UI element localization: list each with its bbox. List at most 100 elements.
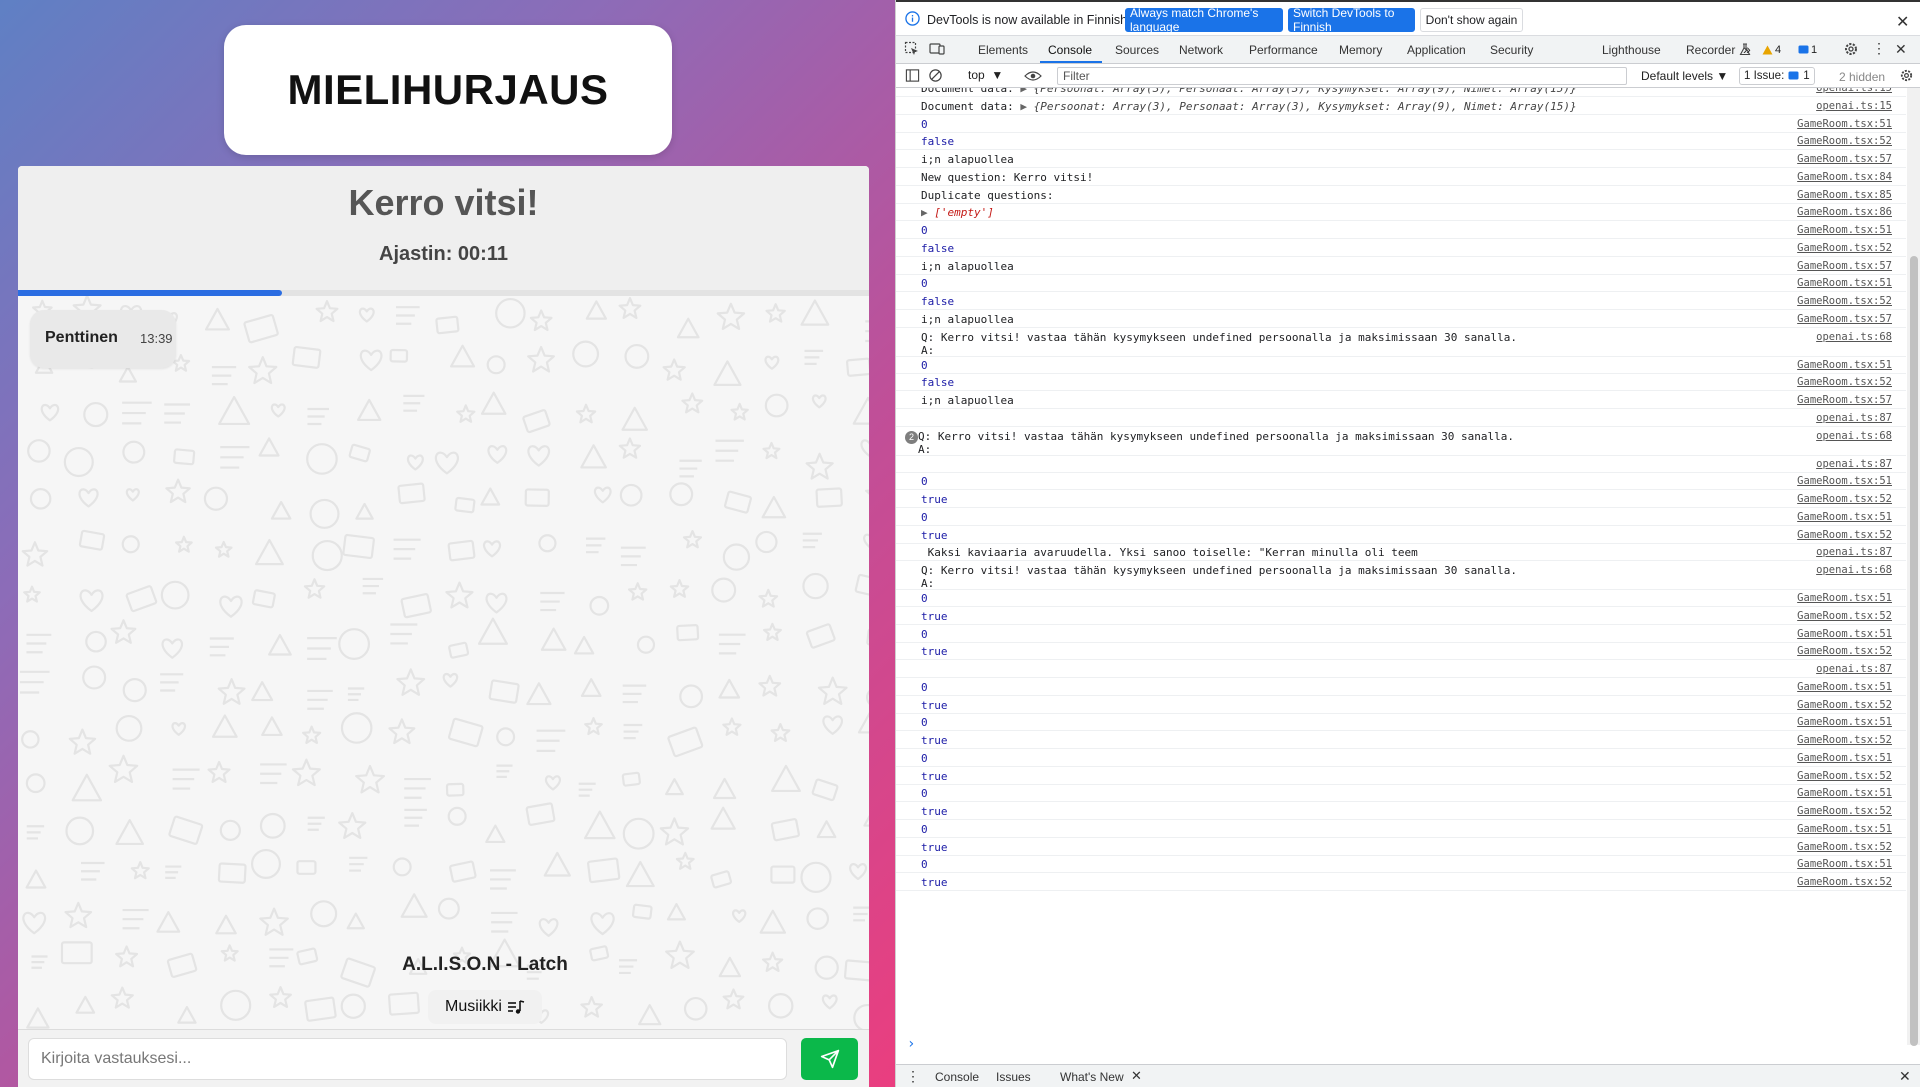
background-doodle xyxy=(68,728,97,755)
always-match-language-button[interactable]: Always match Chrome's language xyxy=(1125,6,1283,34)
console-source-link[interactable]: GameRoom.tsx:52 xyxy=(1797,295,1892,307)
log-levels-dropdown[interactable]: Default levels ▼ xyxy=(1641,69,1728,83)
console-source-link[interactable]: openai.ts:87 xyxy=(1816,663,1892,675)
console-source-link[interactable]: GameRoom.tsx:52 xyxy=(1797,242,1892,254)
console-source-link[interactable]: GameRoom.tsx:51 xyxy=(1797,359,1892,371)
background-doodle xyxy=(593,486,612,504)
console-source-link[interactable]: GameRoom.tsx:57 xyxy=(1797,260,1892,272)
console-source-link[interactable]: GameRoom.tsx:51 xyxy=(1797,858,1892,870)
console-source-link[interactable]: openai.ts:87 xyxy=(1816,546,1892,558)
console-source-link[interactable]: GameRoom.tsx:57 xyxy=(1797,394,1892,406)
console-source-link[interactable]: GameRoom.tsx:51 xyxy=(1797,224,1892,236)
expand-caret-icon[interactable]: ▶ xyxy=(1020,88,1033,95)
settings-gear-icon[interactable] xyxy=(1843,41,1859,57)
switch-to-finnish-button[interactable]: Switch DevTools to Finnish xyxy=(1288,6,1415,34)
device-toolbar-icon[interactable] xyxy=(929,41,945,57)
console-source-link[interactable]: GameRoom.tsx:51 xyxy=(1797,681,1892,693)
live-expression-eye-icon[interactable] xyxy=(1024,69,1042,83)
send-button[interactable] xyxy=(801,1038,858,1080)
console-source-link[interactable]: GameRoom.tsx:51 xyxy=(1797,511,1892,523)
console-source-link[interactable]: GameRoom.tsx:85 xyxy=(1797,189,1892,201)
console-source-link[interactable]: GameRoom.tsx:51 xyxy=(1797,823,1892,835)
answer-input[interactable] xyxy=(28,1038,787,1080)
background-doodle xyxy=(310,900,338,928)
console-source-link[interactable]: GameRoom.tsx:51 xyxy=(1797,628,1892,640)
console-source-link[interactable]: openai.ts:68 xyxy=(1816,564,1892,576)
console-source-link[interactable]: GameRoom.tsx:52 xyxy=(1797,529,1892,541)
console-source-link[interactable]: GameRoom.tsx:52 xyxy=(1797,493,1892,505)
more-tabs-icon[interactable]: » xyxy=(1743,41,1751,57)
console-source-link[interactable]: GameRoom.tsx:52 xyxy=(1797,805,1892,817)
tab-recorder[interactable]: Recorder xyxy=(1686,43,1735,57)
console-source-link[interactable]: GameRoom.tsx:51 xyxy=(1797,592,1892,604)
console-source-link[interactable]: GameRoom.tsx:52 xyxy=(1797,699,1892,711)
background-doodle xyxy=(456,404,476,423)
console-scrollbar-thumb[interactable] xyxy=(1910,256,1918,1046)
close-drawer-icon[interactable]: ✕ xyxy=(1899,1068,1911,1085)
close-devtools-icon[interactable]: ✕ xyxy=(1895,41,1907,58)
context-selector[interactable]: top ▼ xyxy=(968,68,1003,82)
warnings-badge[interactable]: 4 xyxy=(1759,42,1784,57)
console-source-link[interactable]: GameRoom.tsx:57 xyxy=(1797,153,1892,165)
console-source-link[interactable]: GameRoom.tsx:52 xyxy=(1797,841,1892,853)
chat-area[interactable]: Penttinen 13:39 A.L.I.S.O.N - Latch Musi… xyxy=(18,296,869,1029)
messages-badge[interactable]: 1 xyxy=(1795,42,1820,57)
question-text: Kerro vitsi! xyxy=(348,182,539,223)
console-source-link[interactable]: openai.ts:15 xyxy=(1816,100,1892,112)
console-source-link[interactable]: GameRoom.tsx:51 xyxy=(1797,787,1892,799)
console-source-link[interactable]: GameRoom.tsx:51 xyxy=(1797,716,1892,728)
drawer-tab-issues[interactable]: Issues xyxy=(996,1070,1031,1084)
console-source-link[interactable]: GameRoom.tsx:52 xyxy=(1797,876,1892,888)
close-infobar-icon[interactable]: ✕ xyxy=(1896,12,1909,32)
console-source-link[interactable]: GameRoom.tsx:84 xyxy=(1797,171,1892,183)
console-source-link[interactable]: GameRoom.tsx:52 xyxy=(1797,610,1892,622)
inspect-element-icon[interactable] xyxy=(904,41,920,57)
console-source-link[interactable]: GameRoom.tsx:51 xyxy=(1797,475,1892,487)
console-source-link[interactable]: openai.ts:68 xyxy=(1816,430,1892,442)
sidebar-toggle-icon[interactable] xyxy=(905,68,920,83)
clear-console-icon[interactable] xyxy=(928,68,943,83)
console-source-link[interactable]: GameRoom.tsx:52 xyxy=(1797,734,1892,746)
tab-memory[interactable]: Memory xyxy=(1339,43,1382,57)
console-source-link[interactable]: openai.ts:87 xyxy=(1816,412,1892,424)
tab-security[interactable]: Security xyxy=(1490,43,1533,57)
console-source-link[interactable]: openai.ts:87 xyxy=(1816,458,1892,470)
console-source-link[interactable]: GameRoom.tsx:52 xyxy=(1797,135,1892,147)
console-source-link[interactable]: GameRoom.tsx:52 xyxy=(1797,770,1892,782)
console-source-link[interactable]: GameRoom.tsx:52 xyxy=(1797,645,1892,657)
background-doodle xyxy=(631,903,653,920)
close-whats-new-icon[interactable]: ✕ xyxy=(1131,1068,1142,1084)
expand-caret-icon[interactable]: ▶ xyxy=(921,206,934,219)
console-source-link[interactable]: GameRoom.tsx:86 xyxy=(1797,206,1892,218)
drawer-tab-whats-new[interactable]: What's New xyxy=(1060,1070,1124,1084)
console-settings-gear-icon[interactable] xyxy=(1899,68,1914,83)
console-source-link[interactable]: GameRoom.tsx:51 xyxy=(1797,752,1892,764)
console-prompt[interactable]: › xyxy=(907,1036,915,1052)
console-log-message[interactable]: ▶ ['empty'] xyxy=(921,206,994,219)
console-source-link[interactable]: openai.ts:15 xyxy=(1816,88,1892,94)
tab-sources[interactable]: Sources xyxy=(1115,43,1159,57)
console-log-row: 0 GameRoom.tsx:51 xyxy=(896,509,1906,526)
console-source-link[interactable]: GameRoom.tsx:52 xyxy=(1797,376,1892,388)
issues-counter[interactable]: 1 Issue: 1 xyxy=(1739,67,1815,85)
tab-console[interactable]: Console xyxy=(1048,43,1092,57)
drawer-tab-console[interactable]: Console xyxy=(935,1070,979,1084)
tab-lighthouse[interactable]: Lighthouse xyxy=(1602,43,1661,57)
console-source-link[interactable]: GameRoom.tsx:51 xyxy=(1797,277,1892,289)
expand-caret-icon[interactable]: ▶ xyxy=(1020,100,1033,113)
tab-application[interactable]: Application xyxy=(1407,43,1466,57)
console-filter-input[interactable] xyxy=(1057,67,1627,85)
console-output[interactable]: Document data: ▶ {Persoonat: Array(3), P… xyxy=(896,88,1906,1045)
dont-show-again-button[interactable]: Don't show again xyxy=(1420,8,1523,32)
tab-performance[interactable]: Performance xyxy=(1249,43,1318,57)
drawer-menu-icon[interactable]: ⋮ xyxy=(906,1068,920,1085)
console-source-link[interactable]: GameRoom.tsx:57 xyxy=(1797,313,1892,325)
tab-elements[interactable]: Elements xyxy=(978,43,1028,57)
music-button[interactable]: Musiikki xyxy=(428,990,542,1024)
console-source-link[interactable]: GameRoom.tsx:51 xyxy=(1797,118,1892,130)
console-log-message[interactable]: Document data: ▶ {Persoonat: Array(3), P… xyxy=(921,100,1577,113)
console-source-link[interactable]: openai.ts:68 xyxy=(1816,331,1892,343)
tab-network[interactable]: Network xyxy=(1179,43,1223,57)
kebab-menu-icon[interactable]: ⋮ xyxy=(1872,40,1886,57)
console-log-message[interactable]: Document data: ▶ {Persoonat: Array(3), P… xyxy=(921,88,1577,95)
